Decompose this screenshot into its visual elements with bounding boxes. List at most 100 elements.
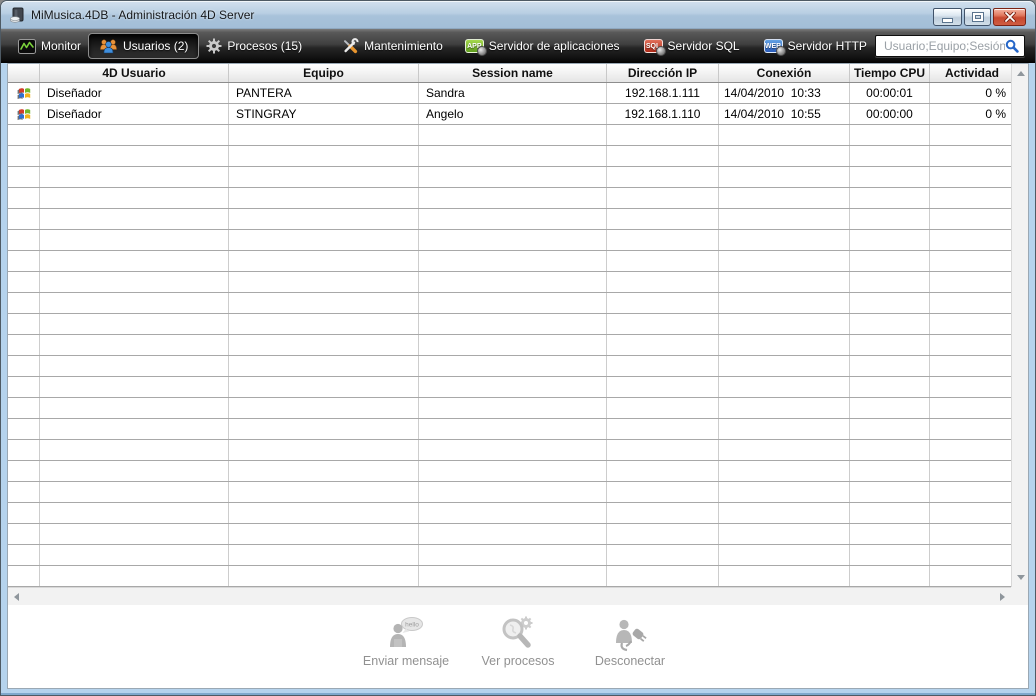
tab-servidor-sql[interactable]: SQL Servidor SQL bbox=[637, 35, 747, 57]
table-row[interactable]: DiseñadorSTINGRAYAngelo192.168.1.11014/0… bbox=[8, 104, 1011, 125]
tab-label: Servidor de aplicaciones bbox=[489, 39, 620, 53]
cell-ip bbox=[607, 125, 719, 145]
table-row[interactable] bbox=[8, 335, 1011, 356]
app-server-icon: APP bbox=[465, 39, 484, 53]
tab-mantenimiento[interactable]: Mantenimiento bbox=[335, 34, 450, 58]
cell-session bbox=[419, 335, 607, 355]
cell-session bbox=[419, 482, 607, 502]
cell-session bbox=[419, 461, 607, 481]
cell-cpu bbox=[850, 125, 930, 145]
action-panel: hello Enviar mensaje bbox=[8, 605, 1028, 688]
cell-cpu: 00:00:00 bbox=[850, 104, 930, 124]
table-row[interactable] bbox=[8, 503, 1011, 524]
row-icon-cell bbox=[8, 461, 40, 481]
users-table: 4D UsuarioEquipoSession nameDirección IP… bbox=[8, 64, 1028, 605]
column-header[interactable]: 4D Usuario bbox=[40, 64, 229, 82]
maximize-button[interactable] bbox=[964, 8, 991, 26]
table-row[interactable] bbox=[8, 398, 1011, 419]
row-icon-cell bbox=[8, 503, 40, 523]
enviar-mensaje-button[interactable]: hello Enviar mensaje bbox=[354, 615, 458, 668]
table-row[interactable] bbox=[8, 524, 1011, 545]
column-header[interactable]: Conexión bbox=[719, 64, 850, 82]
cell-equipo bbox=[229, 209, 419, 229]
main-toolbar: Monitor Usuarios (2) bbox=[1, 29, 1035, 63]
table-row[interactable] bbox=[8, 440, 1011, 461]
table-row[interactable]: DiseñadorPANTERASandra192.168.1.11114/04… bbox=[8, 83, 1011, 104]
tab-procesos[interactable]: Procesos (15) bbox=[199, 34, 309, 58]
column-header[interactable]: Equipo bbox=[229, 64, 419, 82]
cell-actividad bbox=[930, 293, 1011, 313]
cell-ip bbox=[607, 440, 719, 460]
table-row[interactable] bbox=[8, 545, 1011, 566]
tab-servidor-http[interactable]: WEB Servidor HTTP bbox=[757, 35, 874, 57]
table-row[interactable] bbox=[8, 293, 1011, 314]
table-row[interactable] bbox=[8, 356, 1011, 377]
column-header-icon[interactable] bbox=[8, 64, 40, 82]
search-icon[interactable] bbox=[1005, 39, 1019, 53]
cell-conexion bbox=[719, 272, 850, 292]
table-row[interactable] bbox=[8, 566, 1011, 587]
tab-monitor[interactable]: Monitor bbox=[11, 35, 88, 58]
ver-procesos-button[interactable]: Ver procesos bbox=[466, 615, 570, 668]
tab-servidor-aplicaciones[interactable]: APP Servidor de aplicaciones bbox=[458, 35, 627, 57]
cell-ip bbox=[607, 356, 719, 376]
cell-conexion bbox=[719, 440, 850, 460]
close-button[interactable] bbox=[993, 8, 1026, 26]
table-row[interactable] bbox=[8, 209, 1011, 230]
row-icon-cell bbox=[8, 398, 40, 418]
scroll-left-button[interactable] bbox=[8, 588, 25, 605]
scroll-left-icon bbox=[14, 593, 19, 601]
table-row[interactable] bbox=[8, 167, 1011, 188]
table-row[interactable] bbox=[8, 314, 1011, 335]
cell-session bbox=[419, 146, 607, 166]
desconectar-button[interactable]: Desconectar bbox=[578, 615, 682, 668]
table-row[interactable] bbox=[8, 482, 1011, 503]
tab-label: Servidor HTTP bbox=[788, 39, 867, 53]
table-row[interactable] bbox=[8, 146, 1011, 167]
title-bar[interactable]: MiMusica.4DB - Administración 4D Server bbox=[1, 1, 1035, 29]
cell-conexion bbox=[719, 545, 850, 565]
cell-conexion bbox=[719, 398, 850, 418]
table-row[interactable] bbox=[8, 125, 1011, 146]
column-header[interactable]: Tiempo CPU bbox=[850, 64, 930, 82]
table-row[interactable] bbox=[8, 419, 1011, 440]
cell-conexion: 14/04/2010 10:55 bbox=[719, 104, 850, 124]
scroll-up-button[interactable] bbox=[1012, 65, 1028, 82]
table-row[interactable] bbox=[8, 230, 1011, 251]
horizontal-scrollbar[interactable] bbox=[8, 587, 1011, 605]
app-window-icon bbox=[9, 7, 25, 23]
table-row[interactable] bbox=[8, 272, 1011, 293]
search-input[interactable] bbox=[884, 39, 1005, 53]
cell-usuario: Diseñador bbox=[40, 104, 229, 124]
cell-ip bbox=[607, 377, 719, 397]
cell-equipo bbox=[229, 188, 419, 208]
cell-usuario bbox=[40, 440, 229, 460]
minimize-button[interactable] bbox=[933, 8, 962, 26]
cell-cpu bbox=[850, 314, 930, 334]
cell-cpu bbox=[850, 566, 930, 586]
table-row[interactable] bbox=[8, 251, 1011, 272]
row-icon-cell bbox=[8, 146, 40, 166]
tab-usuarios[interactable]: Usuarios (2) bbox=[88, 33, 199, 59]
column-header[interactable]: Session name bbox=[419, 64, 607, 82]
cell-conexion bbox=[719, 125, 850, 145]
table-row[interactable] bbox=[8, 461, 1011, 482]
table-row[interactable] bbox=[8, 377, 1011, 398]
column-header[interactable]: Dirección IP bbox=[607, 64, 719, 82]
cell-actividad bbox=[930, 356, 1011, 376]
cell-actividad bbox=[930, 440, 1011, 460]
cell-equipo bbox=[229, 461, 419, 481]
vertical-scrollbar[interactable] bbox=[1011, 64, 1028, 587]
cell-equipo bbox=[229, 251, 419, 271]
tab-label: Procesos (15) bbox=[227, 39, 302, 53]
column-header[interactable]: Actividad bbox=[930, 64, 1011, 82]
table-row[interactable] bbox=[8, 188, 1011, 209]
search-box bbox=[875, 35, 1025, 57]
cell-ip bbox=[607, 419, 719, 439]
cell-cpu bbox=[850, 503, 930, 523]
row-icon-cell bbox=[8, 272, 40, 292]
maximize-icon bbox=[973, 13, 983, 21]
scroll-right-button[interactable] bbox=[994, 588, 1011, 605]
scroll-down-button[interactable] bbox=[1012, 569, 1028, 586]
row-icon-cell bbox=[8, 545, 40, 565]
